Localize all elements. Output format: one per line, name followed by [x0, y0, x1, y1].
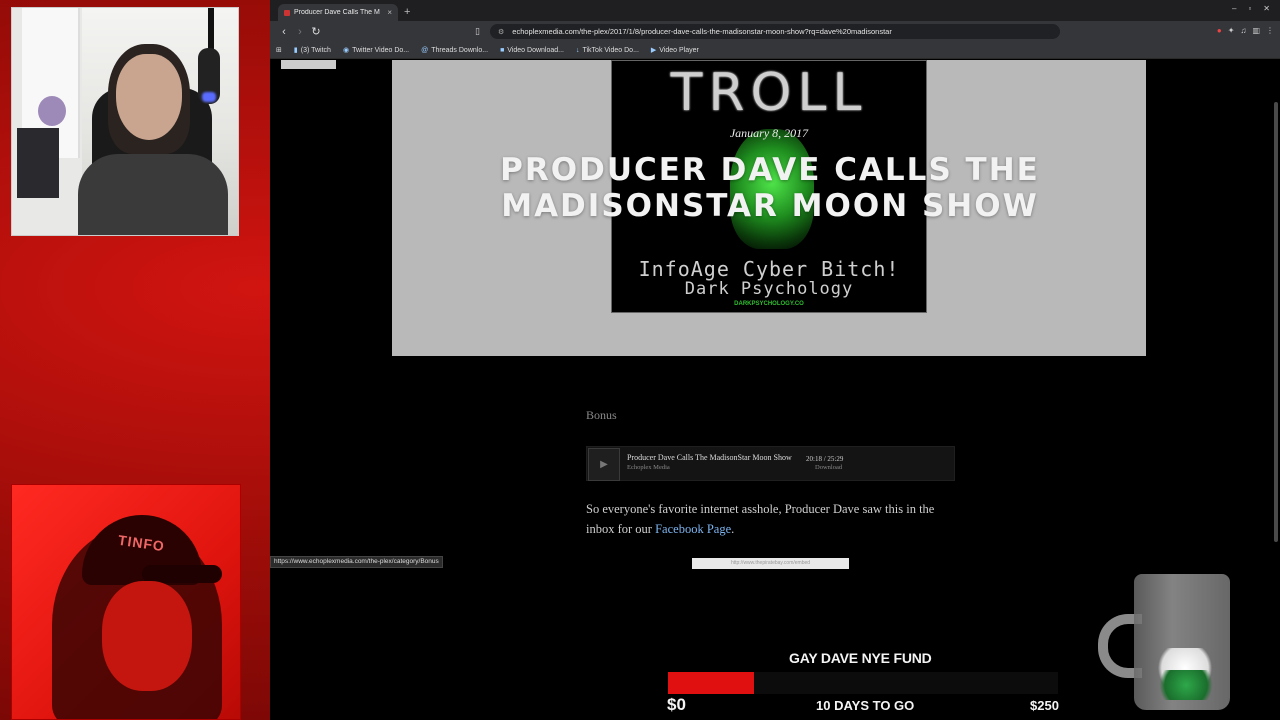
fundraiser-progress-fill — [668, 672, 754, 694]
post-title: Producer Dave Calls the MadisonStar Moon… — [500, 152, 1040, 224]
webcam-feed-streamer — [11, 7, 239, 236]
image-line-2: Dark Psychology — [684, 279, 854, 299]
browser-toolbar: ‹ › ↻ ▯ ⚙ echoplexmedia.com/the-plex/201… — [270, 21, 1280, 42]
new-tab-button[interactable]: + — [404, 6, 410, 18]
audio-player: ▶ Producer Dave Calls The MadisonStar Mo… — [586, 446, 955, 481]
player-icon: ▶ — [650, 47, 657, 54]
post-body: So everyone's favorite internet asshole,… — [586, 502, 935, 536]
tab-strip: Producer Dave Calls The M × + – ▫ ✕ — [270, 0, 1280, 21]
image-line-1: InfoAge Cyber Bitch! — [638, 257, 900, 281]
fundraiser-days-left: 10 DAYS TO GO — [816, 698, 915, 713]
bookmark-item[interactable]: ▶ Video Player — [650, 46, 699, 55]
fundraiser-amount: $0 — [667, 695, 686, 714]
status-bar-url: https://www.echoplexmedia.com/the-plex/c… — [270, 556, 443, 568]
embed-frame[interactable]: http://www.thepiratebay.com/embed — [692, 558, 849, 569]
tiktok-icon: ↓ — [575, 46, 580, 54]
download-link[interactable]: Download — [815, 464, 842, 471]
minimize-button[interactable]: – — [1232, 4, 1236, 13]
forward-button[interactable]: › — [292, 26, 308, 38]
fundraiser-title: GAY DAVE NYE FUND — [789, 650, 932, 666]
extension-icon[interactable]: ● — [1217, 26, 1222, 35]
bookmark-item[interactable]: ■ Video Download... — [500, 47, 564, 54]
image-headline: TROLL — [670, 63, 868, 123]
menu-icon[interactable]: ⋮ — [1266, 26, 1274, 35]
close-tab-icon[interactable]: × — [387, 8, 392, 17]
threads-icon: @ — [421, 46, 429, 54]
bookmark-icon[interactable]: ▯ — [475, 26, 480, 37]
beer-mug-icon — [1096, 574, 1236, 714]
track-time: 20:18 / 25:29 — [806, 455, 844, 463]
media-icon[interactable]: ♫ — [1240, 26, 1246, 35]
favicon-icon — [284, 9, 290, 16]
maximize-button[interactable]: ▫ — [1248, 4, 1251, 13]
twitch-icon: ▮ — [293, 47, 298, 54]
puzzle-icon[interactable]: ✦ — [1228, 26, 1235, 35]
site-logo[interactable] — [281, 60, 336, 69]
browser-tab[interactable]: Producer Dave Calls The M × — [278, 4, 398, 21]
url-text: echoplexmedia.com/the-plex/2017/1/8/prod… — [512, 27, 892, 36]
webcam-feed-guest: TINFO — [11, 484, 241, 720]
back-button[interactable]: ‹ — [276, 26, 292, 38]
sidebar-icon[interactable]: ▥ — [1252, 26, 1260, 35]
fundraiser-goal: $250 — [1030, 698, 1059, 713]
bookmark-item[interactable]: @ Threads Downlo... — [421, 47, 488, 54]
track-title: Producer Dave Calls The MadisonStar Moon… — [627, 453, 792, 462]
video-icon: ■ — [500, 46, 505, 54]
reload-button[interactable]: ↻ — [308, 25, 324, 38]
download-icon: ◉ — [342, 47, 350, 54]
apps-icon[interactable]: ⊞ — [276, 46, 282, 54]
track-artist: Echoplex Media — [627, 464, 670, 471]
address-bar[interactable]: ⚙ echoplexmedia.com/the-plex/2017/1/8/pr… — [490, 24, 1060, 39]
image-site-text: DARKPSYCHOLOGY.CO — [734, 301, 804, 307]
facebook-page-link[interactable]: Facebook Page — [655, 522, 731, 536]
extension-icons: ● ✦ ♫ ▥ ⋮ — [1217, 26, 1274, 35]
bookmark-item[interactable]: ▮ (3) Twitch — [293, 46, 331, 55]
bookmarks-bar: ⊞ ▮ (3) Twitch ◉ Twitter Video Do... @ Thre… — [270, 42, 1280, 59]
post-date: January 8, 2017 — [729, 126, 809, 140]
tab-title: Producer Dave Calls The M — [294, 9, 380, 16]
site-info-icon[interactable]: ⚙ — [498, 28, 504, 36]
bookmark-item[interactable]: ◉ Twitter Video Do... — [342, 46, 409, 55]
post-category-link[interactable]: Bonus — [586, 408, 617, 423]
close-window-button[interactable]: ✕ — [1263, 4, 1270, 13]
play-button[interactable]: ▶ — [588, 448, 620, 481]
bookmark-item[interactable]: ↓ TikTok Video Do... — [576, 47, 639, 54]
scrollbar[interactable] — [1274, 102, 1278, 542]
